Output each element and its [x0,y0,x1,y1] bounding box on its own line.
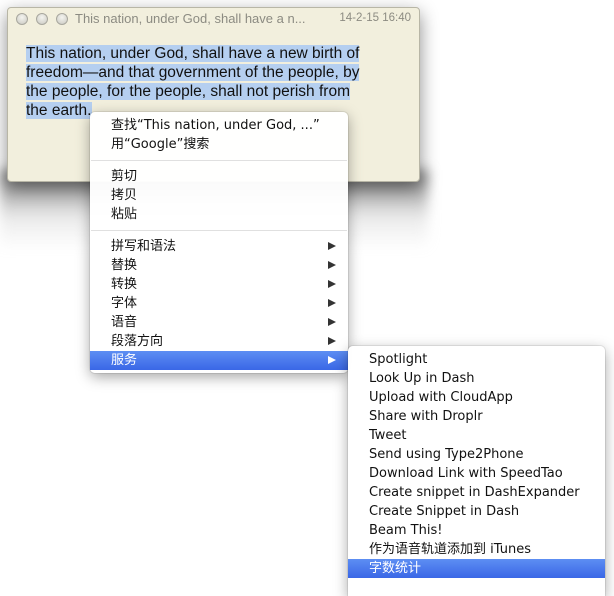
menu-item-spelling-grammar[interactable]: 拼写和语法 [90,237,348,256]
note-line: the people, for the people, shall not pe… [26,83,350,100]
service-item-share-droplr[interactable]: Share with Droplr [348,407,605,426]
menu-item-label: 转换 [111,277,138,292]
menu-item-label: Beam This! [369,523,443,538]
menu-item-label: Spotlight [369,352,428,367]
note-text-area[interactable]: This nation, under God, shall have a new… [26,44,416,120]
submenu-arrow-icon [328,242,336,250]
note-line: freedom—and that government of the peopl… [26,64,360,81]
menu-item-label: 剪切 [111,169,138,184]
service-item-dash-snippet[interactable]: Create Snippet in Dash [348,502,605,521]
menu-item-label: 作为语音轨道添加到 iTunes [369,542,531,557]
menu-item-font[interactable]: 字体 [90,294,348,313]
service-item-tweet[interactable]: Tweet [348,426,605,445]
services-submenu: Spotlight Look Up in Dash Upload with Cl… [348,346,605,596]
menu-item-search-google[interactable]: 用“Google”搜索 [90,135,348,154]
menu-item-label: 用“Google”搜索 [111,137,210,152]
menu-item-label: Share with Droplr [369,409,483,424]
close-button[interactable] [16,13,28,25]
menu-item-label: 服务 [111,353,138,368]
service-item-spotlight[interactable]: Spotlight [348,350,605,369]
menu-item-label: 粘贴 [111,207,138,222]
menu-item-paste[interactable]: 粘贴 [90,205,348,224]
minimize-button[interactable] [36,13,48,25]
service-item-word-count[interactable]: 字数统计 [348,559,605,578]
context-menu: 查找“This nation, under God, ...” 用“Google… [90,112,348,373]
menu-item-label: 拼写和语法 [111,239,177,254]
menu-item-label: Download Link with SpeedTao [369,466,563,481]
menu-item-look-up[interactable]: 查找“This nation, under God, ...” [90,116,348,135]
menu-item-transformations[interactable]: 转换 [90,275,348,294]
menu-item-label: Upload with CloudApp [369,390,513,405]
zoom-button[interactable] [56,13,68,25]
submenu-arrow-icon [328,299,336,307]
menu-item-label: 段落方向 [111,334,164,349]
submenu-arrow-icon [328,318,336,326]
service-item-speedtao[interactable]: Download Link with SpeedTao [348,464,605,483]
menu-item-services[interactable]: 服务 [90,351,348,370]
submenu-arrow-icon [328,356,336,364]
menu-item-label: 字体 [111,296,138,311]
menu-item-label: 字数统计 [369,561,422,576]
menu-item-label: Tweet [369,428,407,443]
submenu-arrow-icon [328,261,336,269]
menu-item-label: 查找“This nation, under God, ...” [111,118,320,133]
service-item-itunes-speech[interactable]: 作为语音轨道添加到 iTunes [348,540,605,559]
menu-item-copy[interactable]: 拷贝 [90,186,348,205]
menu-item-label: 拷贝 [111,188,138,203]
service-item-beam-this[interactable]: Beam This! [348,521,605,540]
note-line: This nation, under God, shall have a new… [26,45,360,62]
menu-item-label: 语音 [111,315,138,330]
menu-item-cut[interactable]: 剪切 [90,167,348,186]
title-bar[interactable]: This nation, under God, shall have a n..… [8,8,419,30]
service-item-type2phone[interactable]: Send using Type2Phone [348,445,605,464]
window-date: 14-2-15 16:40 [339,12,411,24]
menu-item-label: Send using Type2Phone [369,447,524,462]
submenu-arrow-icon [328,280,336,288]
service-item-upload-cloudapp[interactable]: Upload with CloudApp [348,388,605,407]
menu-item-substitutions[interactable]: 替换 [90,256,348,275]
menu-item-label: Create snippet in DashExpander [369,485,580,500]
menu-item-speech[interactable]: 语音 [90,313,348,332]
window-title: This nation, under God, shall have a n..… [75,11,306,26]
service-item-look-up-dash[interactable]: Look Up in Dash [348,369,605,388]
note-line: the earth. [26,102,92,119]
service-item-dashexpander-snippet[interactable]: Create snippet in DashExpander [348,483,605,502]
menu-item-label: Look Up in Dash [369,371,475,386]
menu-item-label: Create Snippet in Dash [369,504,520,519]
menu-item-paragraph-direction[interactable]: 段落方向 [90,332,348,351]
menu-separator [91,160,347,161]
submenu-arrow-icon [328,337,336,345]
menu-item-label: 替换 [111,258,138,273]
menu-separator [91,230,347,231]
